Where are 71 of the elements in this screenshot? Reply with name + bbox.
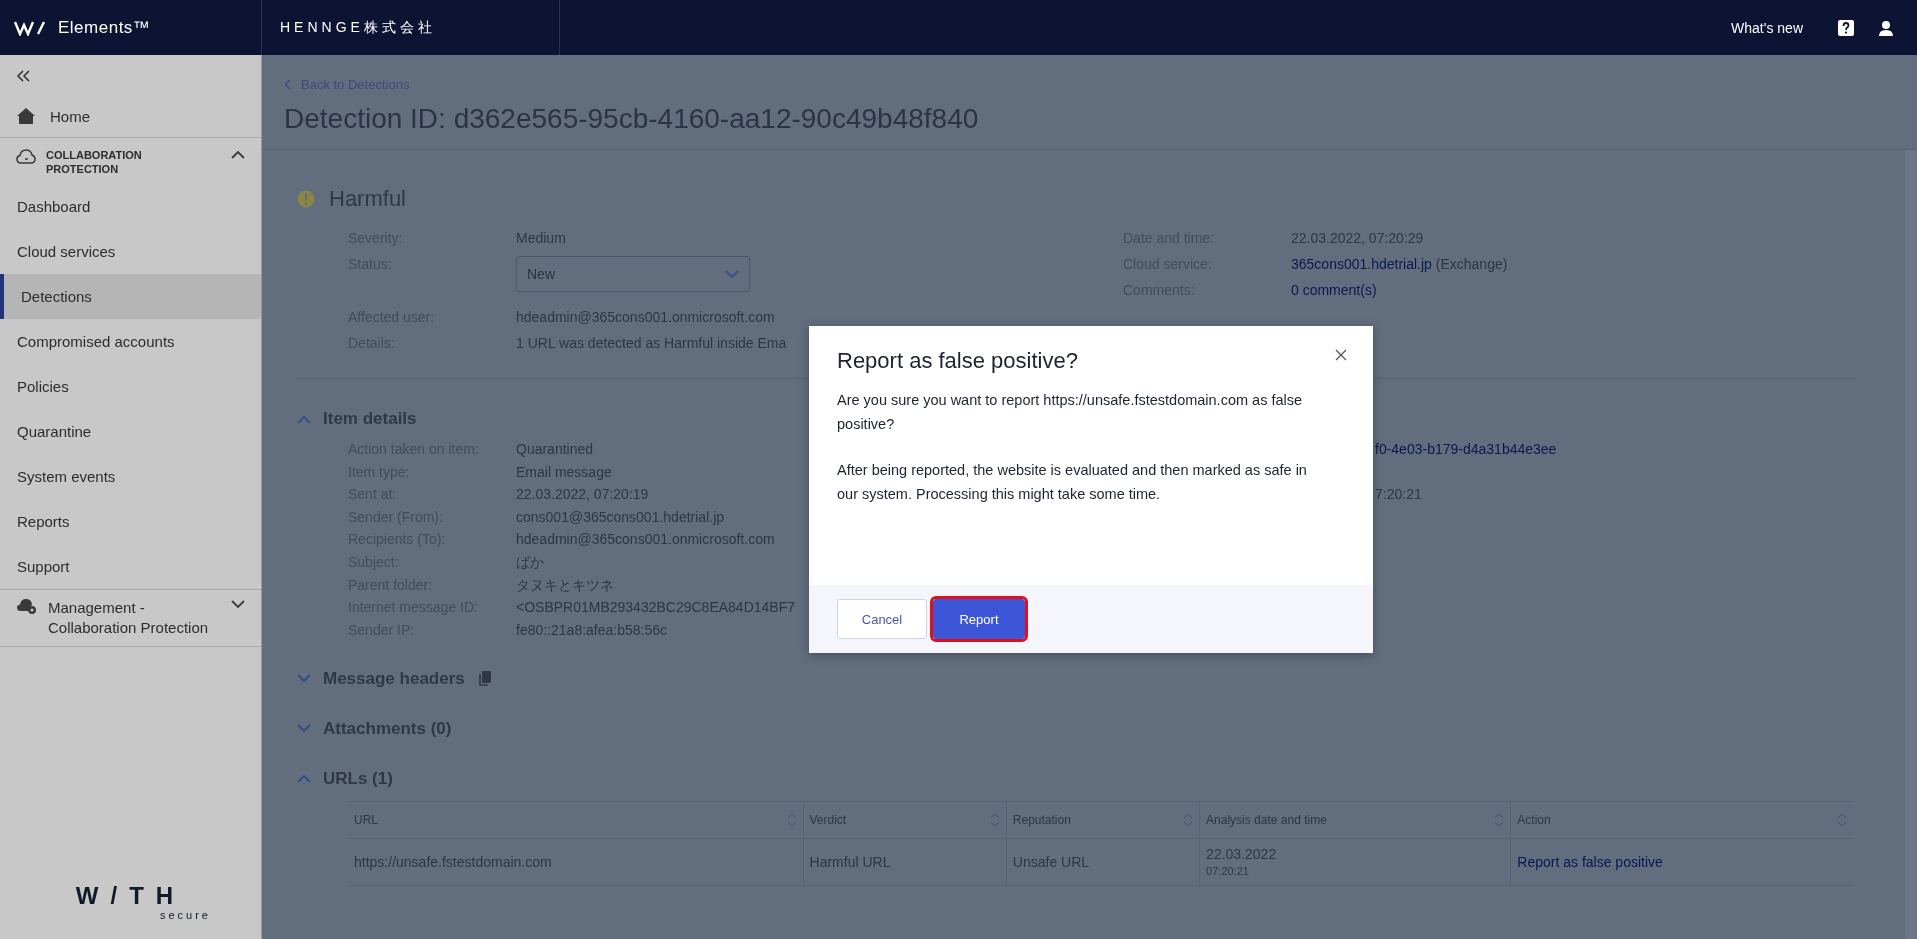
sort-icon: [989, 812, 1000, 827]
dialog-text: After being reported, the website is evaluated and then marked as safe in our system. Processing this might take some time.: [837, 461, 1307, 504]
sort-icon: [786, 812, 797, 827]
section-label: COLLABORATION PROTECTION: [46, 148, 143, 176]
sidebar-item[interactable]: Cloud services: [0, 229, 261, 274]
field-value: fe80::21a8:afea:b58:56c: [516, 621, 668, 639]
chevron-left-icon: [284, 79, 291, 90]
sidebar-item[interactable]: Reports: [0, 499, 261, 544]
help-icon[interactable]: [1837, 18, 1855, 37]
sidebar-section-header[interactable]: COLLABORATION PROTECTION: [0, 138, 261, 184]
close-icon[interactable]: [1335, 349, 1347, 361]
logo-subtitle: secure: [159, 909, 211, 921]
table-cell: https://unsafe.fstestdomain.com: [348, 838, 803, 886]
section-title: Attachments (0): [323, 718, 452, 739]
field-value: 22.03.2022, 07:20:19: [516, 486, 649, 504]
whats-new-link[interactable]: What's new: [1731, 19, 1803, 36]
sidebar-item[interactable]: Detections: [0, 274, 261, 319]
field-value: hdeadmin@365cons001.onmicrosoft.com: [516, 531, 775, 549]
house-icon: [16, 107, 36, 125]
report-button[interactable]: Report: [933, 599, 1025, 639]
sort-icon: [1183, 812, 1194, 827]
section-label: Management - Collaboration Protection: [48, 598, 210, 638]
chevron-down-icon: [231, 600, 245, 609]
logo-wordmark: W/TH: [75, 883, 186, 909]
verdict-title: Harmful: [329, 186, 406, 212]
sidebar-item[interactable]: Quarantine: [0, 409, 261, 454]
table-cell: Harmful URL: [803, 838, 1007, 886]
table-cell: Unsafe URL: [1006, 838, 1200, 886]
sort-icon: [1494, 812, 1505, 827]
organization-name: HENNGE株式会社: [280, 18, 436, 37]
chevron-up-icon[interactable]: [297, 414, 311, 424]
sort-icon: [1837, 812, 1847, 827]
section-title: URLs (1): [323, 768, 393, 789]
product-name: Elements™: [58, 17, 151, 38]
field-value: <OSBPR01MB293432BC29C8EA84D14BF7: [516, 599, 795, 617]
field-value: 7:20:21: [1375, 486, 1423, 504]
warning-circle-icon: [297, 190, 315, 208]
field-value: hdeadmin@365cons001.onmicrosoft.com: [516, 309, 775, 326]
collapse-icon[interactable]: [16, 70, 30, 82]
field-value: ばか: [516, 553, 544, 571]
time-text: 07:20:21: [1206, 865, 1250, 878]
field-value: 22.03.2022, 07:20:29: [1291, 230, 1424, 247]
field-value: Medium: [516, 230, 566, 247]
chevron-up-icon[interactable]: [297, 774, 311, 784]
copy-icon[interactable]: [478, 671, 491, 687]
chevron-down-icon[interactable]: [297, 674, 311, 684]
sidebar-item[interactable]: Support: [0, 544, 261, 589]
cloud-icon: [16, 148, 36, 164]
caret-icon: [725, 269, 739, 279]
user-icon[interactable]: [1877, 18, 1895, 37]
chevron-up-icon: [231, 150, 245, 159]
sidebar-item[interactable]: Dashboard: [0, 184, 261, 229]
field-value: (Exchange): [1435, 256, 1508, 272]
sidebar-section-header[interactable]: Management - Collaboration Protection: [0, 589, 261, 647]
field-value: cons001@365cons001.hdetrial.jp: [516, 508, 725, 526]
date-text: 22.03.2022: [1206, 846, 1277, 863]
page-title: Detection ID: d362e565-95cb-4160-aa12-90c49b48f840: [284, 103, 980, 135]
home-nav-item[interactable]: Home: [0, 99, 261, 138]
field-value: Email message: [516, 463, 612, 481]
chevron-down-icon[interactable]: [297, 724, 311, 734]
sidebar-item[interactable]: Compromised accounts: [0, 319, 261, 364]
section-title: Message headers: [323, 668, 465, 689]
field-value: 1 URL was detected as Harmful inside Ema: [516, 335, 787, 352]
field-value: Quarantined: [516, 441, 594, 458]
dialog-text: Are you sure you want to report https://unsafe.fstestdomain.com as false positive?: [837, 391, 1304, 434]
cloud-gear-icon: [16, 598, 38, 616]
sidebar-item[interactable]: System events: [0, 454, 261, 499]
sidebar-item[interactable]: Policies: [0, 364, 261, 409]
nav-label: Home: [50, 107, 90, 125]
dialog-title: Report as false positive?: [837, 348, 1078, 374]
cancel-button[interactable]: Cancel: [837, 599, 927, 639]
